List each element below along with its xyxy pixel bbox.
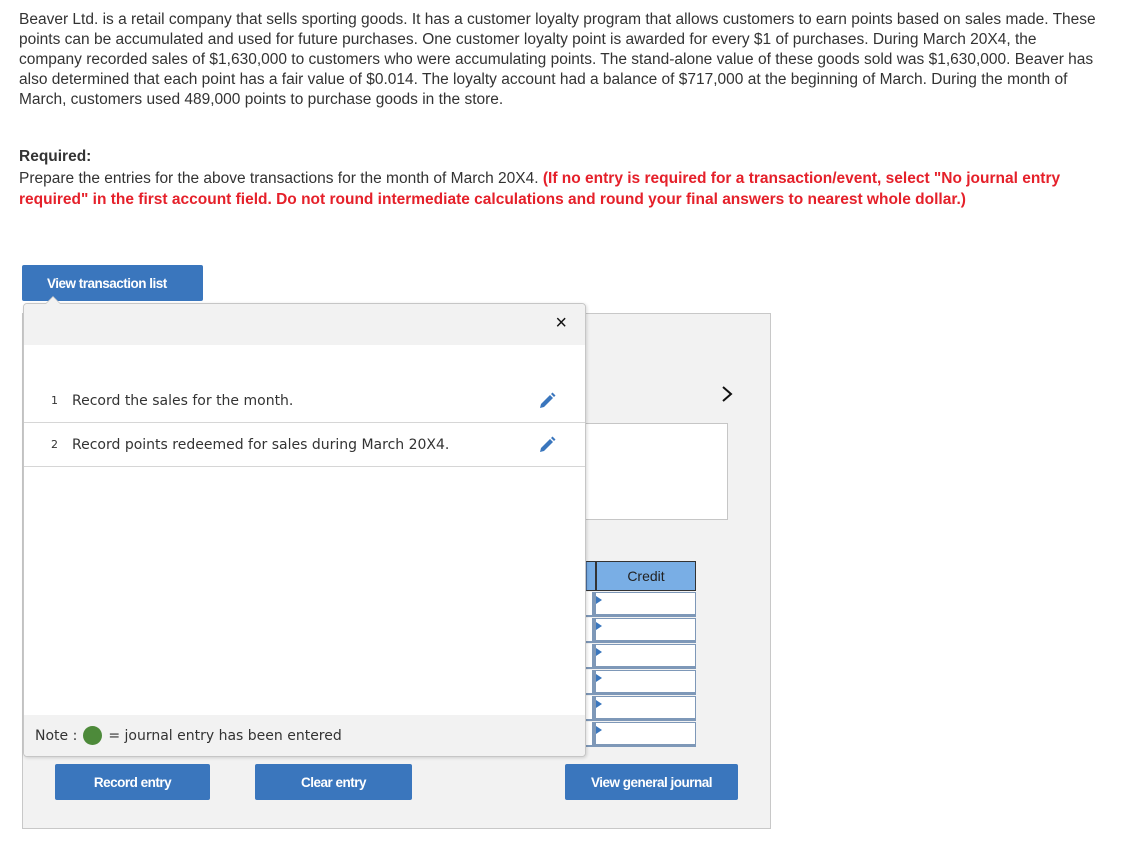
clear-entry-button[interactable]: Clear entry: [255, 764, 412, 800]
journal-row: [585, 644, 696, 669]
edit-pencil-icon[interactable]: [537, 435, 557, 455]
journal-row: [585, 670, 696, 695]
entered-status-dot-icon: [83, 726, 103, 745]
dropdown-marker-icon: [596, 700, 602, 708]
required-instruction-text: Prepare the entries for the above transa…: [19, 170, 543, 187]
transaction-list-popup: × 1 Record the sales for the month. 2 Re…: [23, 303, 586, 757]
journal-row: [585, 722, 696, 747]
popup-pointer-inner: [46, 297, 60, 304]
transaction-label: Record the sales for the month.: [72, 392, 294, 409]
close-icon[interactable]: ×: [555, 312, 567, 335]
journal-row: [585, 592, 696, 617]
journal-grid-header: Credit: [585, 561, 696, 591]
required-heading: Required:: [19, 148, 92, 165]
credit-input[interactable]: [595, 644, 696, 667]
view-general-journal-button[interactable]: View general journal: [565, 764, 738, 800]
dropdown-marker-icon: [596, 596, 602, 604]
dropdown-marker-icon: [596, 622, 602, 630]
problem-statement: Beaver Ltd. is a retail company that sel…: [19, 11, 1096, 108]
transaction-item[interactable]: 2 Record points redeemed for sales durin…: [24, 423, 585, 467]
record-entry-button[interactable]: Record entry: [55, 764, 210, 800]
transaction-number: 1: [51, 394, 58, 407]
transaction-number: 2: [51, 438, 58, 451]
dropdown-marker-icon: [596, 726, 602, 734]
credit-input[interactable]: [595, 618, 696, 641]
edit-pencil-icon[interactable]: [537, 391, 557, 411]
note-label: Note :: [35, 727, 78, 744]
transaction-item[interactable]: 1 Record the sales for the month.: [24, 379, 585, 423]
credit-input[interactable]: [595, 592, 696, 615]
note-text: = journal entry has been entered: [108, 727, 342, 744]
credit-input[interactable]: [595, 722, 696, 745]
popup-header: ×: [24, 304, 585, 345]
dropdown-marker-icon: [596, 674, 602, 682]
next-transaction-chevron-icon[interactable]: [720, 385, 734, 409]
credit-input[interactable]: [595, 670, 696, 693]
required-instructions: Prepare the entries for the above transa…: [19, 168, 1069, 210]
dropdown-marker-icon: [596, 648, 602, 656]
transaction-list: 1 Record the sales for the month. 2 Reco…: [24, 379, 585, 467]
transaction-description-box: [585, 423, 728, 520]
credit-column-header: Credit: [627, 568, 665, 584]
credit-input[interactable]: [595, 696, 696, 719]
journal-grid: Credit: [585, 561, 696, 747]
journal-row: [585, 696, 696, 721]
transaction-label: Record points redeemed for sales during …: [72, 436, 450, 453]
journal-row: [585, 618, 696, 643]
popup-note: Note : = journal entry has been entered: [24, 715, 585, 756]
